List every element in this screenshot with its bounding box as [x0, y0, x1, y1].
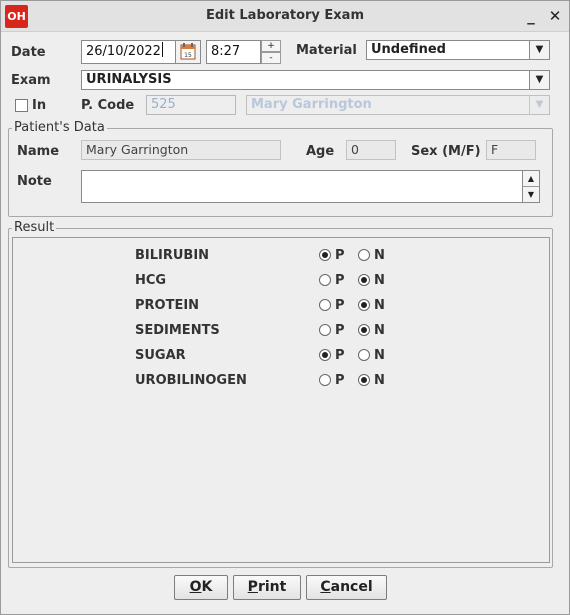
ok-button[interactable]: OK	[174, 575, 228, 600]
print-button-label: Print	[247, 579, 287, 595]
patient-name-field: Mary Garrington	[81, 140, 281, 160]
in-label: In	[32, 98, 47, 113]
material-label: Material	[296, 43, 357, 58]
radio-label-positive: P	[335, 348, 345, 363]
time-increment-button[interactable]: +	[261, 40, 281, 52]
result-title: Result	[12, 220, 57, 235]
radio-label-negative: N	[374, 323, 385, 338]
patient-select-value: Mary Garrington	[251, 97, 372, 112]
title-bar: OH Edit Laboratory Exam _ ✕	[1, 1, 569, 32]
chevron-down-icon: ▼	[529, 96, 549, 114]
window-title: Edit Laboratory Exam	[206, 8, 364, 23]
calendar-icon: 15	[180, 43, 196, 60]
text-caret	[161, 42, 163, 57]
patient-data-title: Patient's Data	[12, 120, 107, 135]
minimize-button[interactable]: _	[521, 6, 541, 26]
mnemonic-letter: O	[189, 579, 202, 595]
note-label: Note	[17, 174, 52, 189]
calendar-button[interactable]: 15	[175, 40, 201, 64]
result-label-protein: PROTEIN	[135, 298, 200, 313]
date-value: 26/10/2022	[86, 44, 161, 59]
age-label: Age	[306, 144, 335, 159]
radio-urobilinogen-negative[interactable]	[358, 374, 370, 386]
radio-protein-positive[interactable]	[319, 299, 331, 311]
date-label: Date	[11, 45, 46, 60]
radio-label-negative: N	[374, 248, 385, 263]
radio-sediments-negative[interactable]	[358, 324, 370, 336]
radio-urobilinogen-positive[interactable]	[319, 374, 331, 386]
radio-label-positive: P	[335, 298, 345, 313]
pcode-field[interactable]: 525	[146, 95, 236, 115]
pcode-label: P. Code	[81, 98, 135, 113]
svg-text:15: 15	[184, 52, 192, 59]
sex-field: F	[486, 140, 536, 160]
radio-label-positive: P	[335, 323, 345, 338]
sex-label: Sex (M/F)	[411, 144, 481, 159]
cancel-button-label: Cancel	[320, 579, 373, 595]
date-field[interactable]: 26/10/2022	[81, 40, 176, 64]
mnemonic-letter: C	[320, 579, 331, 595]
ok-button-label: OK	[189, 579, 213, 595]
print-button[interactable]: Print	[233, 575, 301, 600]
material-select[interactable]: Undefined ▼	[366, 40, 550, 60]
chevron-down-icon: ▼	[529, 41, 549, 59]
radio-label-positive: P	[335, 373, 345, 388]
result-label-sugar: SUGAR	[135, 348, 186, 363]
chevron-down-icon: ▼	[529, 71, 549, 89]
in-checkbox[interactable]	[15, 99, 28, 112]
result-label-hcg: HCG	[135, 273, 167, 288]
note-scrollbar[interactable]: ▲ ▼	[523, 170, 540, 203]
scroll-up-arrow-icon[interactable]: ▲	[523, 171, 539, 187]
patient-select[interactable]: Mary Garrington ▼	[246, 95, 550, 115]
radio-label-positive: P	[335, 273, 345, 288]
scroll-down-arrow-icon[interactable]: ▼	[523, 187, 539, 203]
result-label-urobilinogen: UROBILINOGEN	[135, 373, 247, 388]
close-button[interactable]: ✕	[545, 6, 565, 26]
radio-sugar-positive[interactable]	[319, 349, 331, 361]
radio-label-negative: N	[374, 273, 385, 288]
radio-label-negative: N	[374, 348, 385, 363]
radio-sediments-positive[interactable]	[319, 324, 331, 336]
name-label: Name	[17, 144, 60, 159]
mnemonic-letter: P	[247, 579, 258, 595]
exam-select[interactable]: URINALYSIS ▼	[81, 70, 550, 90]
radio-hcg-positive[interactable]	[319, 274, 331, 286]
time-decrement-button[interactable]: -	[261, 52, 281, 64]
material-value: Undefined	[371, 42, 446, 57]
radio-label-negative: N	[374, 298, 385, 313]
cancel-button[interactable]: Cancel	[306, 575, 387, 600]
exam-value: URINALYSIS	[86, 72, 172, 87]
note-textarea[interactable]	[81, 170, 523, 203]
result-panel	[12, 237, 550, 563]
radio-label-negative: N	[374, 373, 385, 388]
radio-label-positive: P	[335, 248, 345, 263]
radio-hcg-negative[interactable]	[358, 274, 370, 286]
result-label-bilirubin: BILIRUBIN	[135, 248, 210, 263]
time-field[interactable]: 8:27	[206, 40, 261, 64]
radio-sugar-negative[interactable]	[358, 349, 370, 361]
radio-bilirubin-positive[interactable]	[319, 249, 331, 261]
radio-protein-negative[interactable]	[358, 299, 370, 311]
age-field: 0	[346, 140, 396, 160]
exam-label: Exam	[11, 73, 51, 88]
result-label-sediments: SEDIMENTS	[135, 323, 220, 338]
radio-bilirubin-negative[interactable]	[358, 249, 370, 261]
edit-laboratory-exam-window: OH Edit Laboratory Exam _ ✕ Date 26/10/2…	[0, 0, 570, 615]
